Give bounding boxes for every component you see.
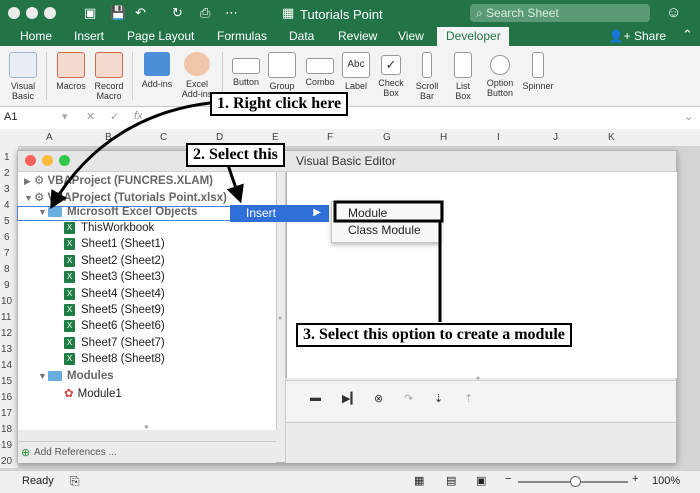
callout-step2: 2. Select this (186, 143, 285, 167)
zoom-level: 100% (652, 475, 681, 487)
callout-arrow-2 (226, 164, 244, 204)
ready-status: Ready (22, 475, 54, 487)
normal-view-icon[interactable]: ▦ (414, 474, 424, 487)
annotation-overlay (50, 101, 444, 322)
zoom-slider-thumb[interactable] (570, 476, 581, 487)
zoom-out-icon[interactable]: − (505, 473, 511, 485)
page-break-view-icon[interactable]: ▣ (476, 474, 486, 487)
page-layout-view-icon[interactable]: ▤ (446, 474, 456, 487)
macro-recording-icon[interactable]: ⎘ (70, 474, 80, 489)
module-highlight-box (333, 200, 444, 223)
callout-step1: 1. Right click here (210, 92, 349, 116)
status-bar: Ready ⎘ ▦ ▤ ▣ − + 100% (0, 470, 700, 493)
zoom-in-icon[interactable]: + (632, 473, 638, 485)
callout-step3: 3. Select this option to create a module (296, 323, 572, 347)
